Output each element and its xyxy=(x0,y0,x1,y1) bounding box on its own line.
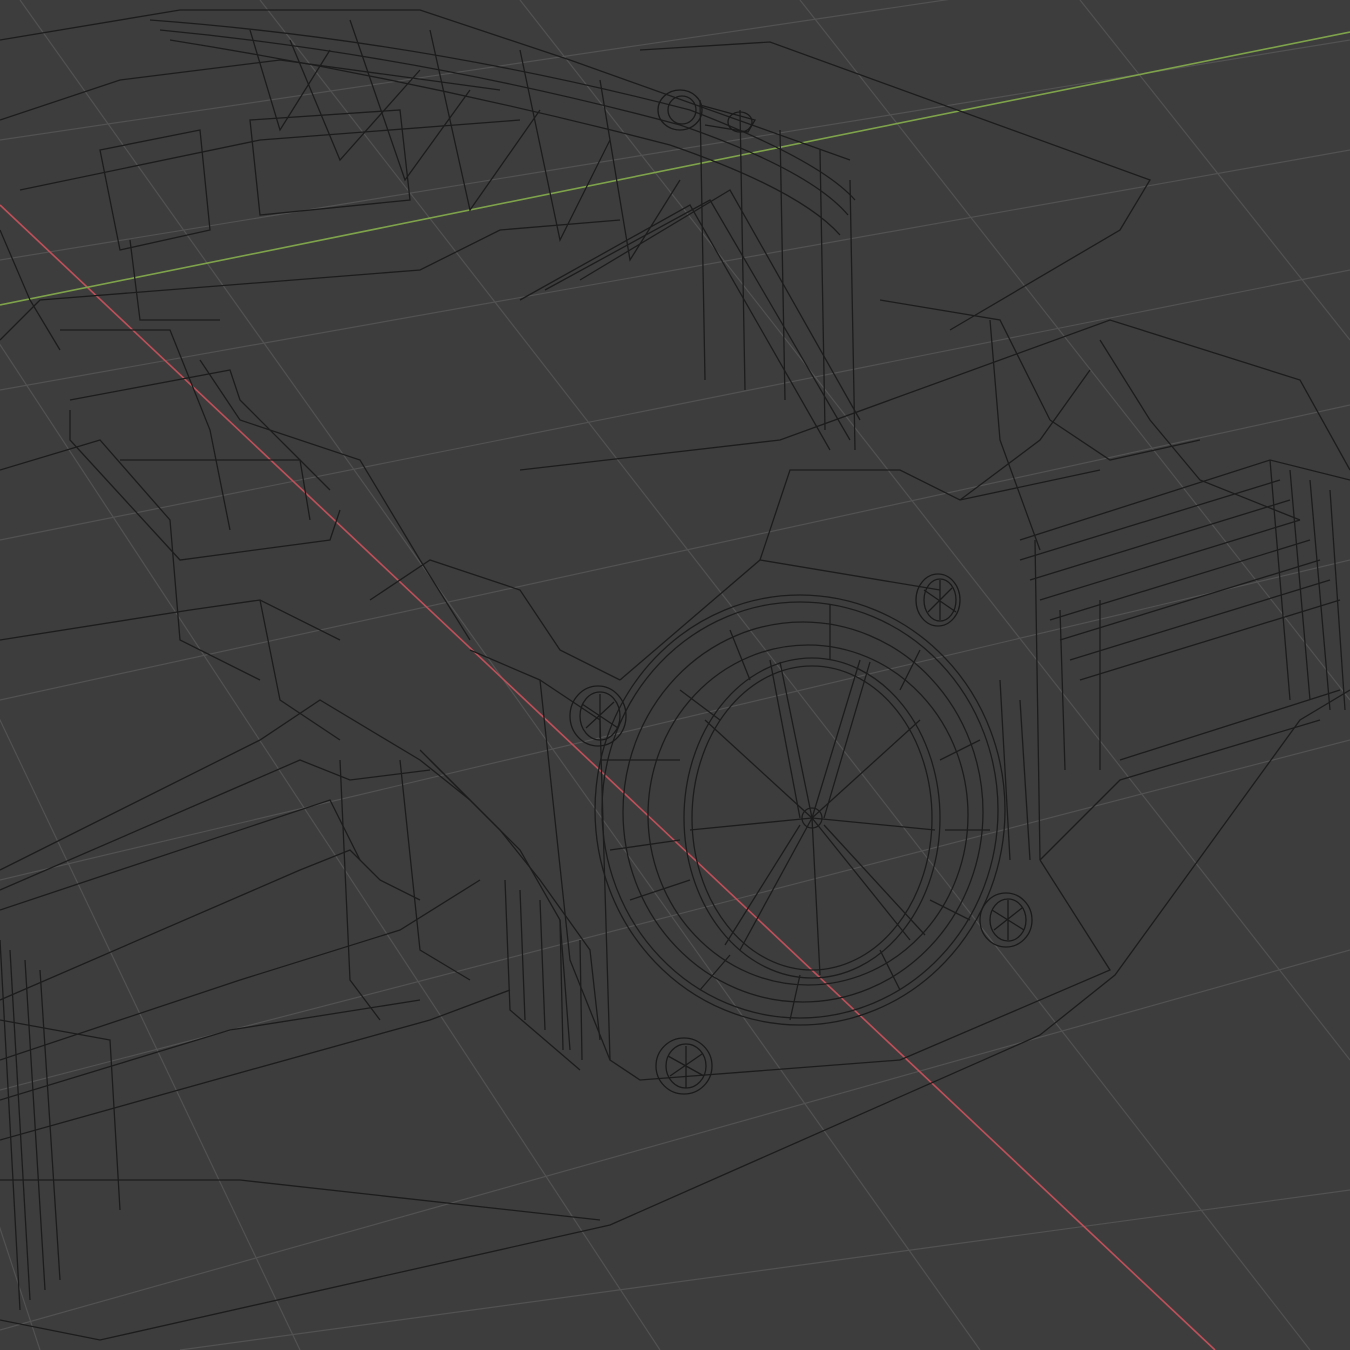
3d-viewport[interactable] xyxy=(0,0,1350,1350)
viewport-background xyxy=(0,0,1350,1350)
